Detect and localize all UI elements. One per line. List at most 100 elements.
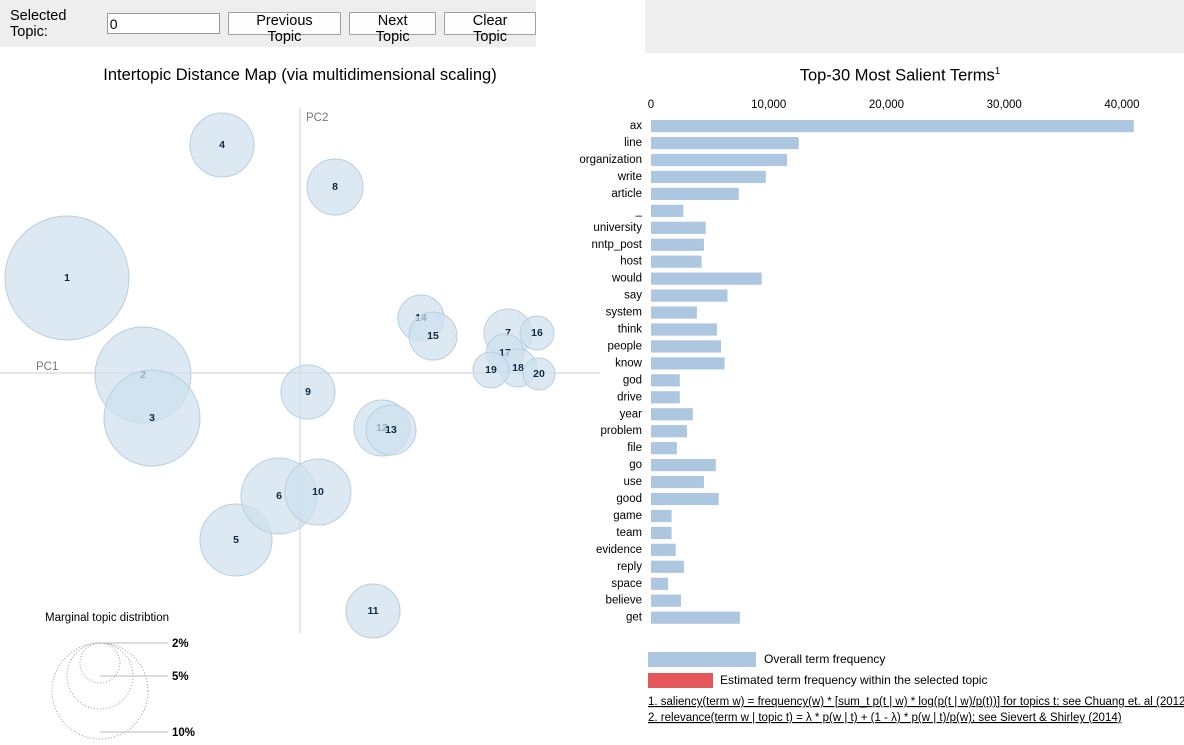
term-bar[interactable] [651,526,672,539]
term-row[interactable]: problem [600,425,687,438]
term-bar[interactable] [651,442,677,455]
term-bar[interactable] [651,357,725,370]
term-bar[interactable] [651,238,704,251]
term-row[interactable]: _ [635,204,684,217]
term-bar[interactable] [651,136,799,150]
term-bar[interactable] [651,170,766,184]
next-topic-button[interactable]: Next Topic [349,12,437,45]
x-tick-label-4: 40,000 [1104,99,1139,111]
salient-terms-title-text: Top-30 Most Salient Terms [799,66,995,85]
topic-circle-8[interactable]: 8 [306,158,364,216]
term-row[interactable]: people [607,340,722,353]
topic-circle-13[interactable]: 13 [365,404,417,456]
term-row[interactable]: get [626,611,740,624]
term-row[interactable]: reply [617,560,684,573]
topic-circle-10[interactable]: 10 [284,458,352,526]
topic-circle-19[interactable]: 19 [472,351,510,389]
term-row[interactable]: university [593,221,706,234]
topic-circle-11[interactable]: 11 [345,583,401,639]
term-label: evidence [596,544,642,556]
term-row[interactable]: organization [579,153,788,167]
term-bar[interactable] [651,391,680,404]
term-bar[interactable] [651,459,716,472]
term-bar[interactable] [651,408,693,421]
term-row[interactable]: good [616,492,719,506]
topic-circle-1[interactable]: 1 [4,215,130,341]
term-row[interactable]: article [611,187,739,200]
topic-number-label: 20 [533,368,545,380]
term-row[interactable]: evidence [596,543,676,556]
term-bar[interactable] [651,611,740,624]
clear-topic-button[interactable]: Clear Topic [444,12,537,45]
term-bar[interactable] [651,543,676,556]
term-bar[interactable] [651,560,684,573]
term-bar[interactable] [651,509,672,523]
footnote-saliency: 1. saliency(term w) = frequency(w) * [su… [648,696,1184,708]
term-row[interactable]: year [620,408,693,421]
relevance-slider-bar: Slide to adjust relevance metric:(2) λ =… [645,0,1184,53]
term-row[interactable]: host [620,255,702,268]
term-label: problem [600,425,642,437]
topic-circle-4[interactable]: 4 [189,112,255,178]
topic-circle-20[interactable]: 20 [522,357,556,391]
term-label: would [611,273,642,285]
term-bar[interactable] [651,306,697,319]
term-bar[interactable] [651,425,687,438]
term-row[interactable]: system [606,306,697,319]
topic-circle-15[interactable]: 15 [408,311,458,361]
term-bar[interactable] [651,187,739,200]
bar-chart-legend: Overall term frequency Estimated term fr… [648,652,1184,724]
term-row[interactable]: would [611,272,762,285]
term-row[interactable]: write [617,170,766,184]
term-row[interactable]: think [618,323,717,336]
topic-number-label: 10 [312,486,324,498]
topic-circle-16[interactable]: 16 [519,315,555,351]
term-row[interactable]: drive [617,391,680,404]
term-bar[interactable] [651,340,722,353]
term-bar[interactable] [651,120,1134,133]
topic-number-label: 1 [64,272,70,284]
term-row[interactable]: use [623,475,704,489]
term-label: reply [617,561,642,573]
term-row[interactable]: god [623,374,680,387]
term-bar[interactable] [651,255,702,268]
term-row[interactable]: ax [630,120,1134,133]
term-bar[interactable] [651,221,706,234]
term-row[interactable]: space [611,577,669,590]
topic-circle-9[interactable]: 9 [280,364,336,420]
term-row[interactable]: know [615,357,725,370]
term-bar[interactable] [651,577,669,590]
term-row[interactable]: team [616,526,672,539]
legend-swatch-selected [648,673,713,688]
term-bar[interactable] [651,204,684,217]
footnote-relevance: 2. relevance(term w | topic t) = λ * p(w… [648,712,1122,724]
term-bar[interactable] [651,475,704,489]
term-bar[interactable] [651,153,788,167]
previous-topic-button[interactable]: Previous Topic [227,12,342,45]
topic-number-label: 3 [149,412,155,424]
term-bar[interactable] [651,323,717,336]
term-bar[interactable] [651,374,680,387]
term-label: system [606,307,642,319]
term-row[interactable]: go [629,459,716,472]
legend-swatch-overall [648,652,756,667]
term-bar[interactable] [651,492,719,506]
term-row[interactable]: say [624,289,728,302]
term-label: think [618,324,643,336]
topic-number-label: 6 [276,490,282,502]
term-row[interactable]: nntp_post [591,238,704,251]
topic-number-label: 15 [427,330,439,342]
intertopic-distance-map[interactable]: PC1 PC2 1234567891011121314151617181920 … [0,88,600,743]
topic-circle-3[interactable]: 3 [103,369,201,467]
term-bar[interactable] [651,289,728,302]
term-row[interactable]: game [613,509,672,523]
selected-topic-input[interactable] [106,13,220,34]
term-bar[interactable] [651,594,682,607]
term-bar[interactable] [651,272,762,285]
term-row[interactable]: line [624,136,799,150]
term-row[interactable]: believe [606,594,682,607]
term-label: host [620,256,643,268]
term-row[interactable]: file [627,442,677,455]
salient-terms-chart[interactable]: 0 10,000 20,000 30,000 40,000 ax line organiza… [560,92,1184,742]
pc2-axis-label: PC2 [306,112,328,124]
